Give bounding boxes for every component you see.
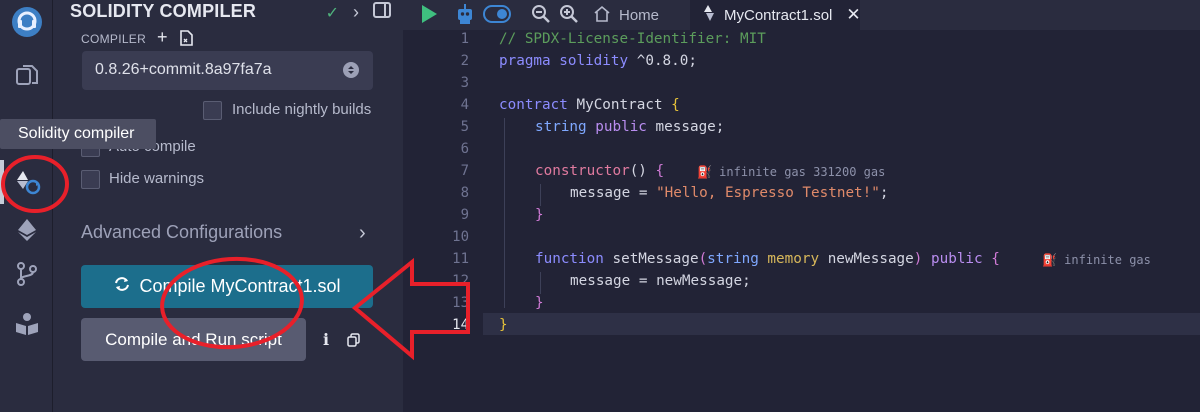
check-icon: ✓ xyxy=(325,4,339,22)
code-line: pragma solidity ^0.8.0; xyxy=(499,53,697,69)
line-number: 14 xyxy=(452,317,469,333)
gas-estimate-function: ⛽ infinite gas xyxy=(1042,253,1151,267)
hide-warnings-checkbox[interactable] xyxy=(81,170,100,189)
code-line: message = "Hello, Espresso Testnet!"; xyxy=(570,185,889,201)
code-line: contract MyContract { xyxy=(499,97,680,113)
gas-pump-icon: ⛽ xyxy=(697,165,720,179)
zoom-out-icon[interactable] xyxy=(531,4,551,29)
panel-header-icons: ✓ › xyxy=(326,2,391,23)
refresh-icon xyxy=(113,275,131,298)
line-number: 5 xyxy=(460,119,469,135)
include-nightly-checkbox[interactable] xyxy=(203,101,222,120)
deploy-run-icon[interactable] xyxy=(0,210,53,250)
custom-compiler-icon[interactable] xyxy=(179,30,193,51)
icon-rail xyxy=(0,0,53,412)
copy-icon[interactable] xyxy=(347,333,360,352)
robot-icon[interactable] xyxy=(454,3,476,30)
line-number: 4 xyxy=(460,97,469,113)
select-arrows-icon xyxy=(343,62,359,78)
line-number: 12 xyxy=(452,273,469,289)
file-explorer-icon[interactable] xyxy=(0,55,53,95)
code-editor[interactable]: // SPDX-License-Identifier: MIT pragma s… xyxy=(499,30,1200,412)
compiler-panel: SOLIDITY COMPILER ✓ › COMPILER + 0.8.26+… xyxy=(53,0,403,412)
line-number: 3 xyxy=(460,75,469,91)
advanced-configurations[interactable]: Advanced Configurations xyxy=(81,222,282,243)
code-line: constructor() { xyxy=(535,163,665,179)
line-number: 8 xyxy=(460,185,469,201)
remix-logo-icon[interactable] xyxy=(0,2,53,42)
compiler-label: COMPILER xyxy=(81,32,147,46)
toggle-switch-icon[interactable] xyxy=(483,5,511,28)
panel-title: SOLIDITY COMPILER xyxy=(70,1,257,21)
line-number: 11 xyxy=(452,251,469,267)
run-icon[interactable] xyxy=(420,4,438,29)
toggle-panel-icon[interactable] xyxy=(373,2,391,23)
tab-active-label: MyContract1.sol xyxy=(724,6,833,24)
code-line: } xyxy=(499,317,508,333)
code-line: } xyxy=(535,207,544,223)
line-number: 1 xyxy=(460,31,469,47)
git-branch-icon[interactable] xyxy=(0,254,53,294)
code-line: function setMessage(string memory newMes… xyxy=(535,251,1000,267)
line-number: 13 xyxy=(452,295,469,311)
tab-home-label: Home xyxy=(619,6,660,24)
compiler-version-value: 0.8.26+commit.8a97fa7a xyxy=(95,61,272,78)
home-icon xyxy=(593,5,611,26)
learneth-icon[interactable] xyxy=(0,304,53,344)
line-number: 7 xyxy=(460,163,469,179)
hide-warnings-label: Hide warnings xyxy=(109,170,205,187)
include-nightly-label: Include nightly builds xyxy=(232,101,372,118)
code-line: // SPDX-License-Identifier: MIT xyxy=(499,31,766,47)
compile-button[interactable]: Compile MyContract1.sol xyxy=(81,265,373,308)
add-compiler-icon[interactable]: + xyxy=(157,27,168,48)
line-number: 9 xyxy=(460,207,469,223)
code-line: string public message; xyxy=(535,119,725,135)
solidity-compiler-icon[interactable] xyxy=(0,162,53,202)
compiler-version-select[interactable]: 0.8.26+commit.8a97fa7a xyxy=(82,51,373,90)
info-icon[interactable]: i xyxy=(323,330,329,349)
line-number: 2 xyxy=(460,53,469,69)
code-line: } xyxy=(535,295,544,311)
close-icon[interactable]: ✕ xyxy=(846,5,860,25)
code-line: message = newMessage; xyxy=(570,273,751,289)
zoom-in-icon[interactable] xyxy=(559,4,579,29)
line-number: 6 xyxy=(460,141,469,157)
editor-tabbar: Home MyContract1.sol ✕ xyxy=(403,0,1200,30)
gas-estimate-constructor: ⛽ infinite gas 331200 gas xyxy=(697,165,886,179)
tab-mycontract1[interactable]: MyContract1.sol ✕ xyxy=(690,0,861,30)
tab-home[interactable]: Home xyxy=(593,0,659,30)
chevron-right-icon[interactable]: › xyxy=(359,222,366,245)
chevron-right-icon[interactable]: › xyxy=(353,2,359,23)
compile-run-button[interactable]: Compile and Run script xyxy=(81,318,306,361)
line-gutter: 1 2 3 4 5 6 7 8 9 10 11 12 13 14 xyxy=(403,30,483,412)
compile-button-label: Compile MyContract1.sol xyxy=(139,276,341,296)
solidity-compiler-tooltip: Solidity compiler xyxy=(0,119,156,149)
gas-pump-icon: ⛽ xyxy=(1042,253,1065,267)
line-number: 10 xyxy=(452,229,469,245)
solidity-file-icon xyxy=(702,4,716,26)
